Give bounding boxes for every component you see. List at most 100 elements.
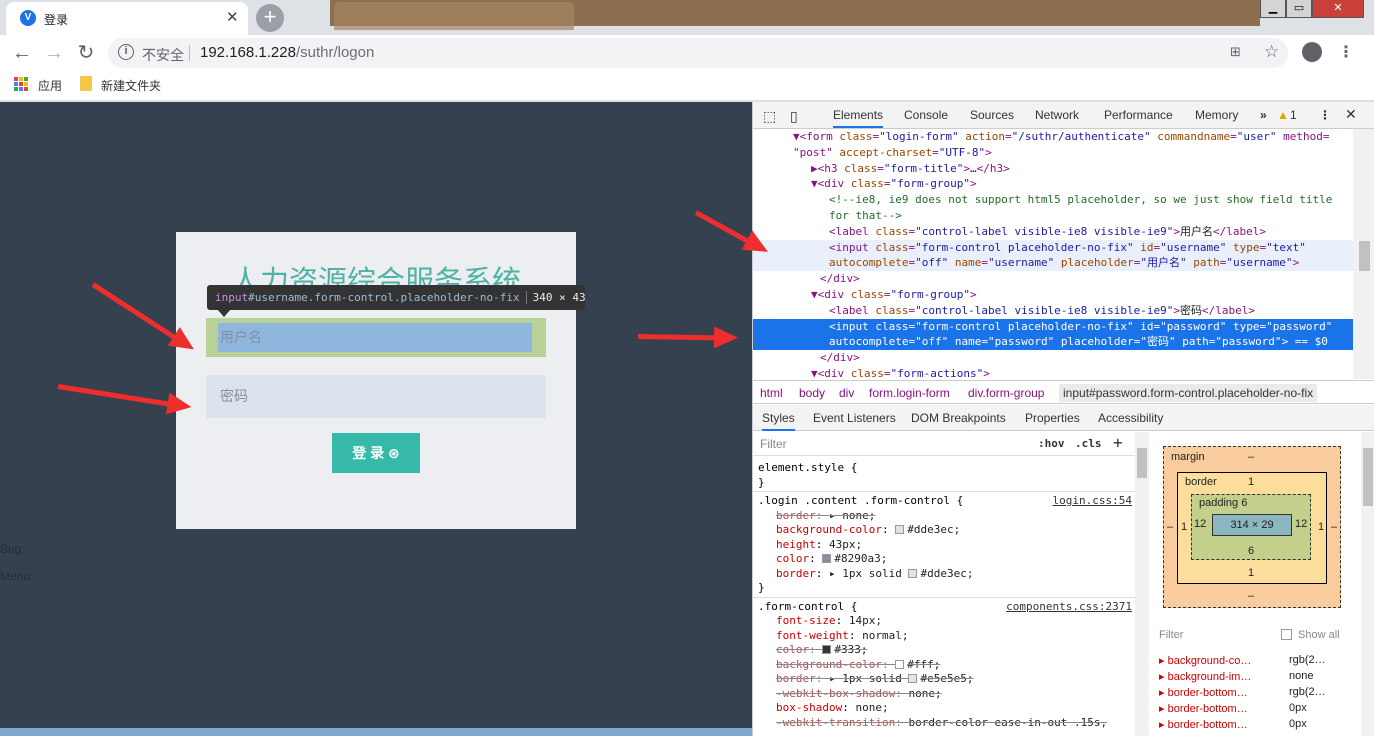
dom-node-line[interactable]: ▼<div class="form-group"> bbox=[753, 176, 1353, 192]
padding-left-value[interactable]: 12 bbox=[1194, 518, 1206, 530]
padding-right-value[interactable]: 12 bbox=[1295, 518, 1307, 530]
scroll-thumb[interactable] bbox=[1363, 448, 1373, 506]
devtools-menu-icon[interactable]: ⋮ bbox=[1319, 108, 1331, 122]
computed-filter-input[interactable]: Filter bbox=[1159, 629, 1183, 641]
dom-node-line[interactable]: ▼<div class="form-group"> bbox=[753, 287, 1353, 303]
css-declaration[interactable]: box-shadow: none; bbox=[776, 701, 889, 715]
tab-sources[interactable]: Sources bbox=[970, 108, 1014, 122]
tab-network[interactable]: Network bbox=[1035, 108, 1079, 122]
more-tabs-icon[interactable]: » bbox=[1260, 108, 1267, 122]
username-input[interactable]: 用户名 bbox=[218, 323, 532, 352]
box-content-size[interactable]: 314 × 29 bbox=[1212, 514, 1292, 536]
computed-property[interactable]: ▸ background-im… none bbox=[1159, 670, 1313, 683]
styles-scrollbar[interactable] bbox=[1135, 432, 1149, 736]
tab-dom-breakpoints[interactable]: DOM Breakpoints bbox=[911, 411, 1006, 425]
dom-node-line[interactable]: <label class="control-label visible-ie8 … bbox=[753, 224, 1353, 240]
css-selector[interactable]: .form-control { bbox=[758, 600, 857, 614]
new-tab-button[interactable]: + bbox=[256, 4, 284, 32]
css-declaration[interactable]: border: ▸ 1px solid #e5e5e5; bbox=[776, 672, 973, 686]
bookmark-apps[interactable]: 应用 bbox=[38, 77, 62, 94]
bookmark-star-icon[interactable]: ☆ bbox=[1264, 42, 1279, 62]
dom-node-line[interactable]: ▼<form class="login-form" action="/suthr… bbox=[753, 129, 1353, 145]
crumb-html[interactable]: html bbox=[760, 386, 783, 400]
dom-node-line[interactable]: <!--ie8, ie9 does not support html5 plac… bbox=[753, 192, 1353, 208]
forward-arrow-icon[interactable]: → bbox=[40, 39, 68, 67]
dom-node-line[interactable]: <label class="control-label visible-ie8 … bbox=[753, 303, 1353, 319]
css-declaration[interactable]: -webkit-box-shadow: none; bbox=[776, 687, 942, 701]
maximize-button[interactable]: ▭ bbox=[1286, 0, 1312, 18]
scroll-thumb[interactable] bbox=[1137, 448, 1147, 478]
minimize-button[interactable]: ▁ bbox=[1260, 0, 1286, 18]
computed-property[interactable]: ▸ border-bottom… 0px bbox=[1159, 718, 1307, 731]
dom-node-line[interactable]: </div> bbox=[753, 350, 1353, 366]
padding-bottom-value[interactable]: 6 bbox=[1248, 545, 1254, 557]
tab-styles[interactable]: Styles bbox=[762, 411, 795, 431]
crumb-div-form-group[interactable]: div.form-group bbox=[968, 386, 1044, 400]
inspect-element-icon[interactable]: ⬚ bbox=[763, 108, 776, 125]
dom-node-line[interactable]: <input class="form-control placeholder-n… bbox=[753, 318, 1353, 335]
border-top-value[interactable]: 1 bbox=[1248, 476, 1254, 488]
tab-console[interactable]: Console bbox=[904, 108, 948, 122]
bookmark-new-folder[interactable]: 新建文件夹 bbox=[101, 77, 161, 94]
border-left-value[interactable]: 1 bbox=[1181, 521, 1187, 533]
css-declaration[interactable]: -webkit-transition: border-color ease-in… bbox=[776, 716, 1107, 730]
background-tab[interactable] bbox=[334, 2, 574, 30]
security-indicator[interactable]: 不安全 bbox=[142, 45, 184, 65]
css-declaration[interactable]: font-size: 14px; bbox=[776, 614, 882, 628]
margin-left-value[interactable]: – bbox=[1167, 521, 1173, 533]
account-avatar-icon[interactable] bbox=[1302, 42, 1322, 62]
css-declaration[interactable]: background-color: #dde3ec; bbox=[776, 523, 960, 537]
tab-properties[interactable]: Properties bbox=[1025, 411, 1080, 425]
css-brace[interactable]: } bbox=[758, 476, 765, 490]
css-declaration[interactable]: height: 43px; bbox=[776, 538, 862, 552]
back-arrow-icon[interactable]: ← bbox=[8, 39, 36, 67]
dom-node-line[interactable]: ▼<div class="form-actions"> bbox=[753, 366, 1353, 379]
css-declaration[interactable]: background-color: #fff; bbox=[776, 658, 940, 672]
close-devtools-icon[interactable]: ✕ bbox=[1345, 106, 1357, 123]
margin-right-value[interactable]: – bbox=[1331, 521, 1337, 533]
url-text[interactable]: 192.168.1.228/suthr/logon bbox=[200, 44, 374, 61]
tab-memory[interactable]: Memory bbox=[1195, 108, 1238, 122]
close-tab-icon[interactable]: ✕ bbox=[226, 8, 239, 26]
crumb-input-password[interactable]: input#password.form-control.placeholder-… bbox=[1059, 384, 1318, 402]
css-declaration[interactable]: color: #8290a3; bbox=[776, 552, 887, 566]
css-declaration[interactable]: border: ▸ 1px solid #dde3ec; bbox=[776, 567, 973, 581]
info-icon[interactable]: i bbox=[118, 44, 134, 60]
active-tab[interactable]: V 登录 ✕ bbox=[6, 2, 248, 35]
computed-scrollbar[interactable] bbox=[1361, 432, 1374, 736]
tab-event-listeners[interactable]: Event Listeners bbox=[813, 411, 896, 425]
scroll-thumb[interactable] bbox=[1359, 241, 1370, 271]
address-bar[interactable]: i 不安全 192.168.1.228/suthr/logon ⊞ ☆ bbox=[108, 38, 1288, 68]
dom-node-line[interactable]: </div> bbox=[753, 271, 1353, 287]
tab-accessibility[interactable]: Accessibility bbox=[1098, 411, 1163, 425]
crumb-body[interactable]: body bbox=[799, 386, 825, 400]
crumb-div[interactable]: div bbox=[839, 386, 854, 400]
dom-node-line[interactable]: autocomplete="off" name="username" place… bbox=[753, 255, 1353, 272]
margin-top-value[interactable]: – bbox=[1248, 451, 1254, 463]
css-declaration[interactable]: color: #333; bbox=[776, 643, 868, 657]
computed-property[interactable]: ▸ background-co… rgb(2… bbox=[1159, 654, 1326, 667]
close-window-button[interactable]: ✕ bbox=[1312, 0, 1364, 18]
new-rule-icon[interactable]: + bbox=[1113, 433, 1123, 452]
styles-filter-input[interactable]: Filter bbox=[760, 437, 787, 451]
translate-icon[interactable]: ⊞ bbox=[1230, 44, 1241, 60]
device-toggle-icon[interactable]: ▯ bbox=[790, 108, 798, 125]
css-source-link[interactable]: login.css:54 bbox=[1053, 494, 1132, 507]
browser-menu-icon[interactable]: ⋮ bbox=[1338, 42, 1354, 62]
apps-grid-icon[interactable] bbox=[14, 77, 28, 91]
css-declaration[interactable]: font-weight: normal; bbox=[776, 629, 908, 643]
show-all-checkbox[interactable] bbox=[1281, 629, 1292, 640]
css-selector[interactable]: .login .content .form-control { bbox=[758, 494, 963, 508]
css-selector[interactable]: element.style { bbox=[758, 461, 857, 475]
cls-toggle[interactable]: .cls bbox=[1075, 437, 1102, 450]
tab-performance[interactable]: Performance bbox=[1104, 108, 1173, 122]
dom-node-line[interactable]: "post" accept-charset="UTF-8"> bbox=[753, 145, 1353, 161]
dom-node-line[interactable]: ▶<h3 class="form-title">…</h3> bbox=[753, 161, 1353, 177]
login-button[interactable]: 登 录 ⊛ bbox=[332, 433, 420, 473]
tab-elements[interactable]: Elements bbox=[833, 108, 884, 128]
warning-icon[interactable]: ▲ bbox=[1277, 108, 1289, 122]
css-source-link[interactable]: components.css:2371 bbox=[1006, 600, 1132, 613]
margin-bottom-value[interactable]: – bbox=[1248, 590, 1254, 602]
css-brace[interactable]: } bbox=[758, 581, 765, 595]
border-bottom-value[interactable]: 1 bbox=[1248, 567, 1254, 579]
